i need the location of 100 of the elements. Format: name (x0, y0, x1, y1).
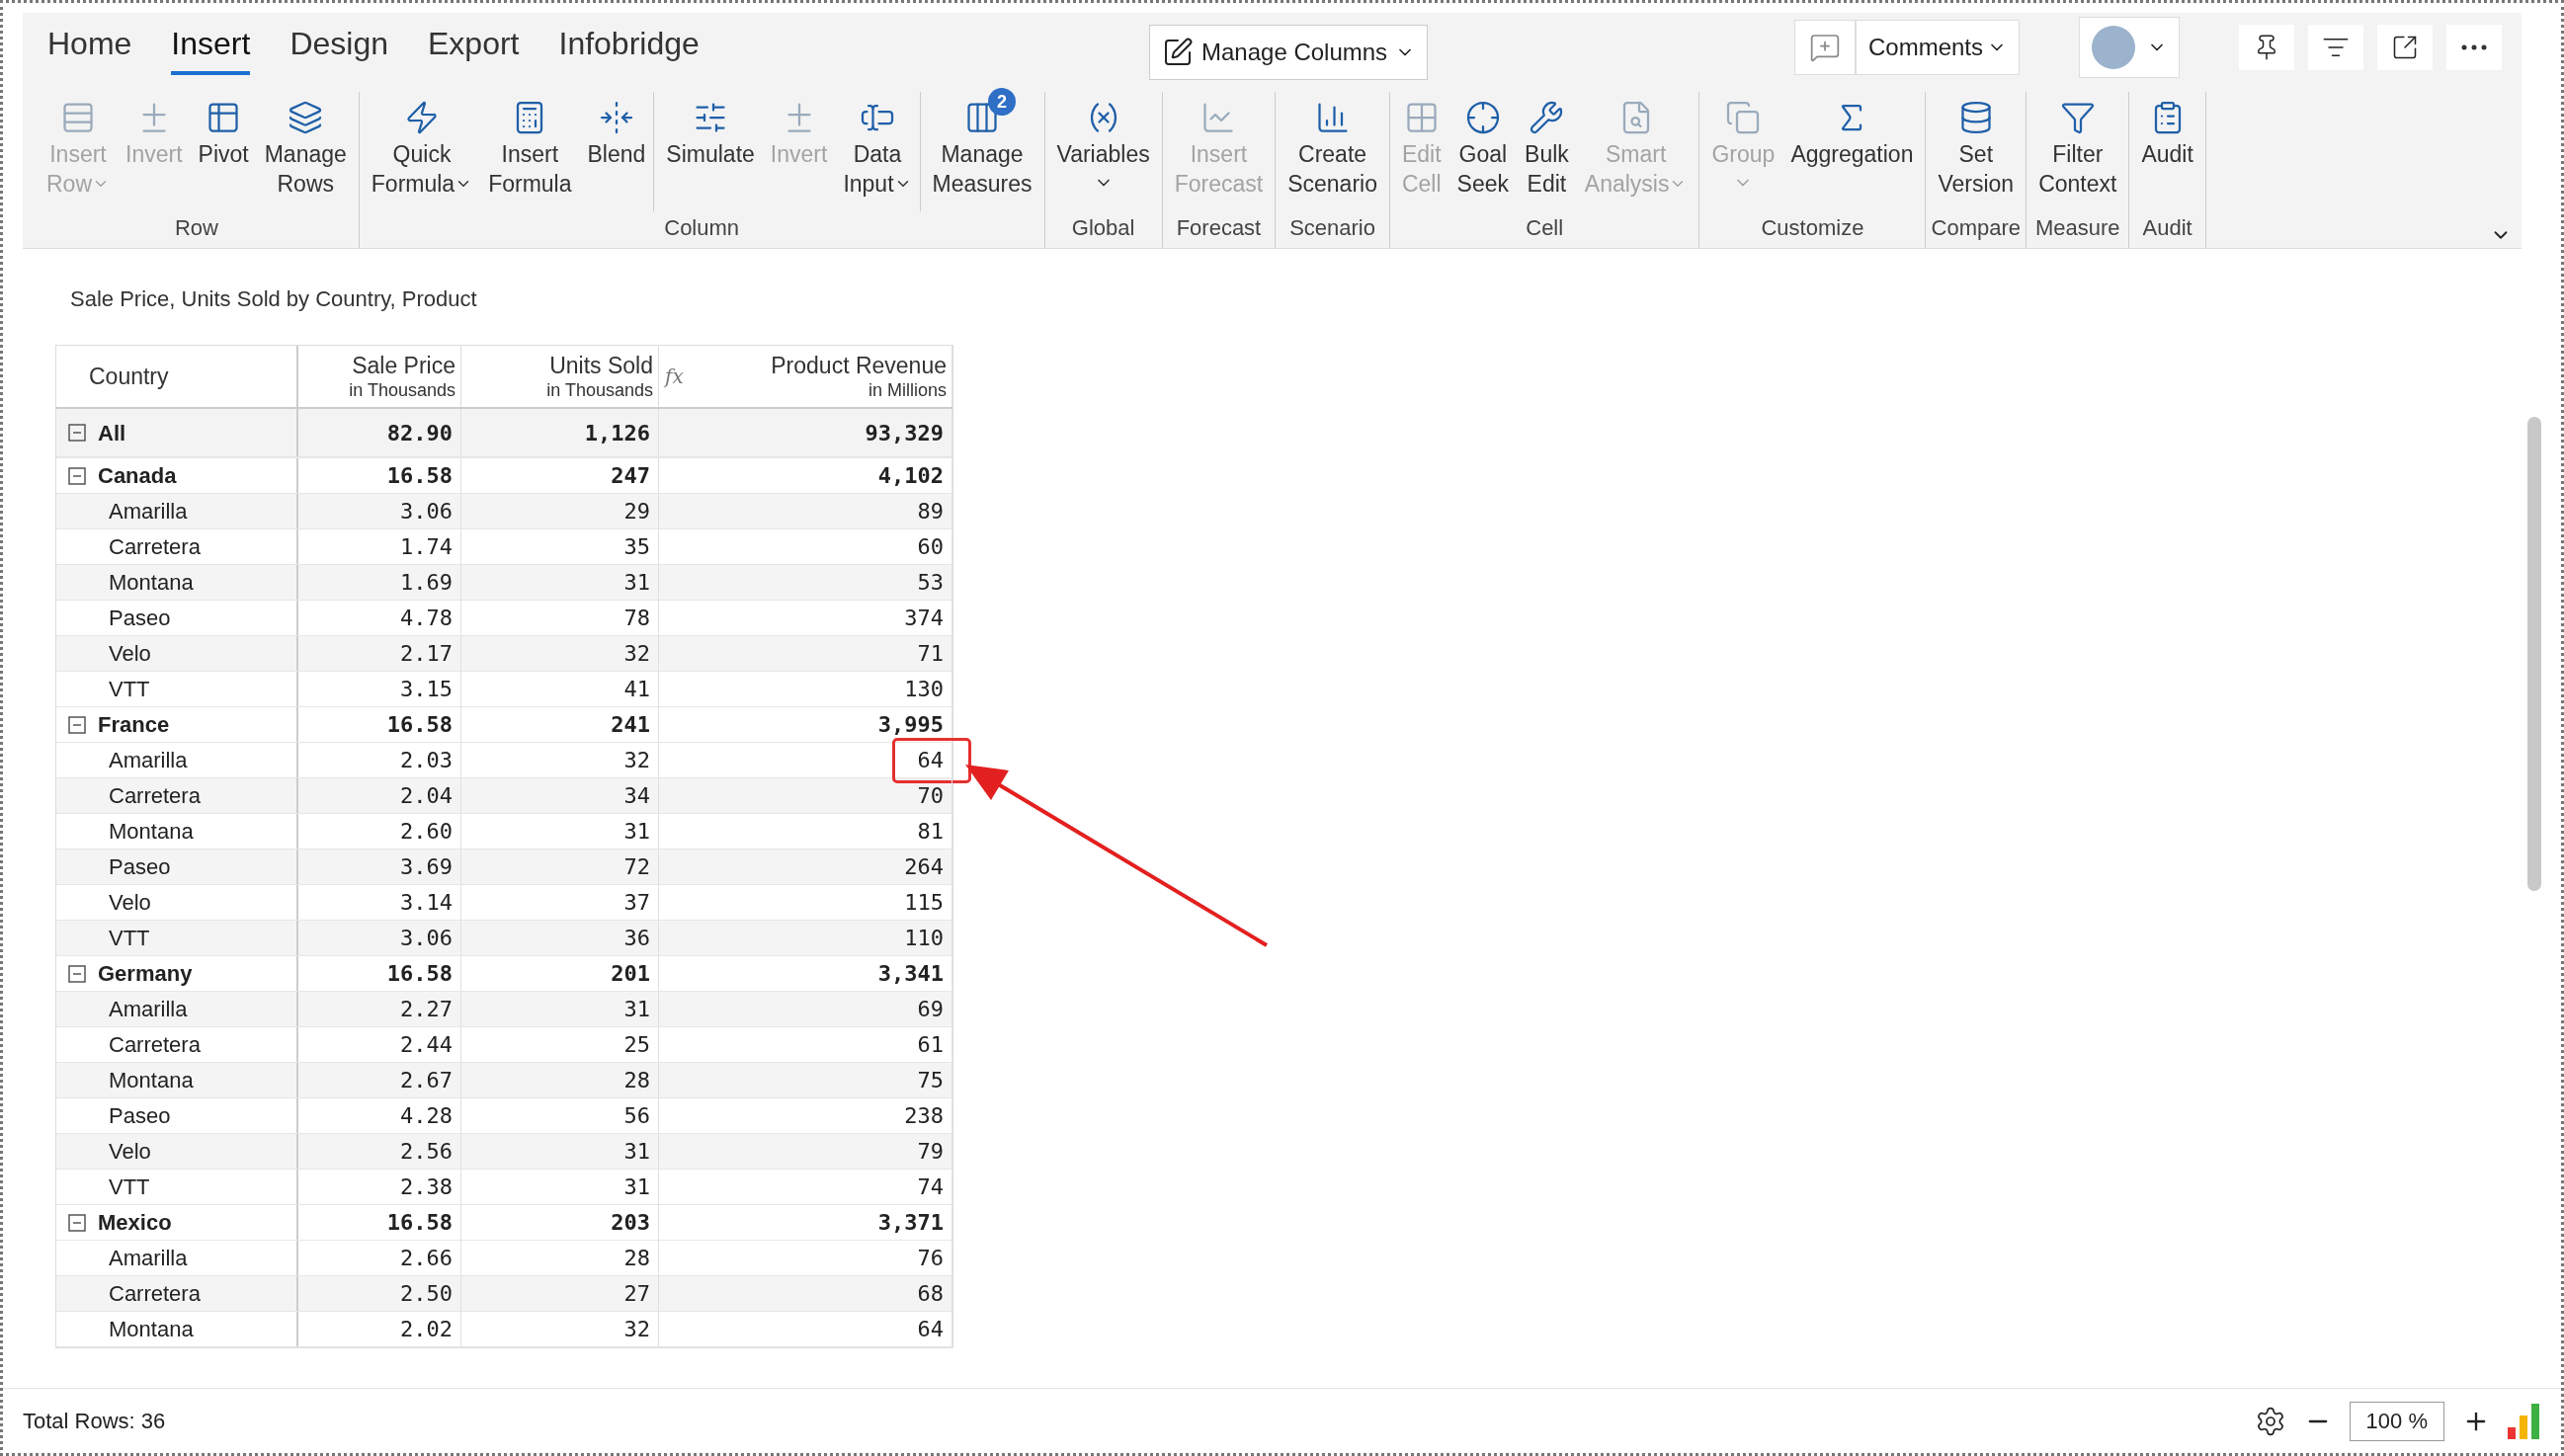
zoom-field[interactable]: 100 % (2349, 1401, 2444, 1441)
table-cell: 68 (659, 1276, 952, 1311)
table-cell: 241 (461, 707, 659, 742)
scrollbar[interactable] (2527, 417, 2541, 891)
group-label: Row (173, 214, 219, 242)
table-cell: 69 (659, 992, 952, 1026)
funnel-icon (2059, 100, 2096, 135)
ribbon-button[interactable]: Simulate (658, 92, 763, 169)
table-cell: 56 (461, 1098, 659, 1133)
focus-mode-button[interactable] (2377, 25, 2433, 70)
ribbon-tab[interactable]: Design (289, 20, 388, 75)
table-cell: 70 (659, 778, 952, 813)
group-label: Compare (1930, 214, 2023, 242)
wrench-icon (1529, 100, 1565, 135)
table-cell: 130 (659, 672, 952, 706)
user-menu-button[interactable] (2079, 17, 2180, 78)
table-cell: 31 (461, 565, 659, 600)
table-cell: 89 (659, 494, 952, 528)
column-header: Country (56, 346, 298, 407)
more-options-button[interactable] (2446, 25, 2502, 70)
table-cell: 1,126 (461, 409, 659, 456)
group-label: Scenario (1288, 214, 1376, 242)
ribbon-button[interactable]: Insert Formula (480, 92, 580, 199)
table-cell: 3.06 (298, 494, 461, 528)
overlapping-squares-icon (1725, 100, 1762, 135)
expand-icon (2391, 34, 2419, 61)
table-cell: 2.03 (298, 743, 461, 777)
table-cell: 79 (659, 1134, 952, 1169)
comments-dropdown[interactable]: Comments (1855, 20, 2020, 75)
table-cell: 29 (461, 494, 659, 528)
ribbon-button[interactable]: Manage Rows (256, 92, 355, 199)
table-cell: 264 (659, 849, 952, 884)
table-cell: 31 (461, 1134, 659, 1169)
table-cell: 1.74 (298, 529, 461, 564)
ribbon-button[interactable]: Audit (2133, 92, 2201, 169)
table-cell: 61 (659, 1027, 952, 1062)
table-cell: 2.66 (298, 1241, 461, 1275)
collapse-icon[interactable] (68, 1213, 86, 1232)
ribbon-button[interactable]: Set Version (1930, 92, 2023, 199)
table-cell: 2.44 (298, 1027, 461, 1062)
ribbon-button[interactable]: Variables (1048, 92, 1158, 193)
table-cell: 2.56 (298, 1134, 461, 1169)
ribbon-tab[interactable]: Insert (171, 20, 251, 75)
table-cell: 78 (461, 601, 659, 635)
table-cell: 3.14 (298, 885, 461, 920)
arrows-inward-icon (598, 100, 634, 135)
ribbon-button[interactable]: Quick Formula (363, 92, 481, 199)
table-cell: 75 (659, 1063, 952, 1097)
filter-button[interactable] (2308, 25, 2363, 70)
ribbon-button[interactable]: Goal Seek (1448, 92, 1518, 199)
pin-button[interactable] (2239, 25, 2294, 70)
group-label: Customize (1760, 214, 1865, 242)
table-cell: 93,329 (659, 409, 952, 456)
collapse-icon[interactable] (68, 424, 86, 442)
row-header-cell: VTT (56, 672, 298, 706)
collapse-icon[interactable] (68, 964, 86, 983)
table-cell: 31 (461, 1170, 659, 1204)
table-subtitle: Sale Price, Units Sold by Country, Product (69, 285, 478, 313)
ribbon-button[interactable]: Create Scenario (1280, 92, 1385, 199)
table-cell: 3.69 (298, 849, 461, 884)
table-cell: 3.15 (298, 672, 461, 706)
group-label: Global (1070, 214, 1136, 242)
table-cell: 35 (461, 529, 659, 564)
comment-plus-icon (1808, 32, 1841, 63)
table-cell: 36 (461, 921, 659, 955)
collapse-icon[interactable] (68, 715, 86, 734)
table-cell: 238 (659, 1098, 952, 1133)
table-cell: 72 (461, 849, 659, 884)
table-cell: 37 (461, 885, 659, 920)
table-cell: 74 (659, 1170, 952, 1204)
table-cell: 2.60 (298, 814, 461, 849)
formula-marker: fx (665, 364, 684, 390)
table-cell: 3,371 (659, 1205, 952, 1240)
ribbon-tab[interactable]: Home (47, 20, 132, 75)
table-cell: 2.27 (298, 992, 461, 1026)
group-label: Forecast (1175, 214, 1263, 242)
table-cell: 31 (461, 992, 659, 1026)
ribbon-button[interactable]: Pivot (190, 92, 257, 169)
ribbon-button[interactable]: Data Input (835, 92, 920, 199)
manage-columns-dropdown[interactable]: Manage Columns (1149, 25, 1429, 80)
ribbon-button[interactable]: Blend (579, 92, 654, 169)
ribbon-button[interactable]: Aggregation (1782, 92, 1922, 169)
collapse-icon[interactable] (68, 466, 86, 485)
table-cell: 64 (659, 1312, 952, 1346)
table-cell: 31 (461, 814, 659, 849)
ribbon-button[interactable]: Filter Context (2030, 92, 2125, 199)
column-header: Sale Price in Thousands (298, 346, 461, 407)
table-cell: 4.78 (298, 601, 461, 635)
table-cell: 27 (461, 1276, 659, 1311)
table-cell: 2.50 (298, 1276, 461, 1311)
table-cell: 1.69 (298, 565, 461, 600)
table-cell: 2.17 (298, 636, 461, 671)
table-cell: 60 (659, 529, 952, 564)
row-header-cell: All (56, 409, 298, 456)
ribbon-tab[interactable]: Infobridge (558, 20, 700, 75)
ribbon-tab[interactable]: Export (428, 20, 520, 75)
table-cell: 28 (461, 1063, 659, 1097)
ribbon-button[interactable]: Bulk Edit (1517, 92, 1577, 199)
group-label: Cell (1525, 214, 1565, 242)
add-comment-button[interactable] (1793, 20, 1856, 75)
